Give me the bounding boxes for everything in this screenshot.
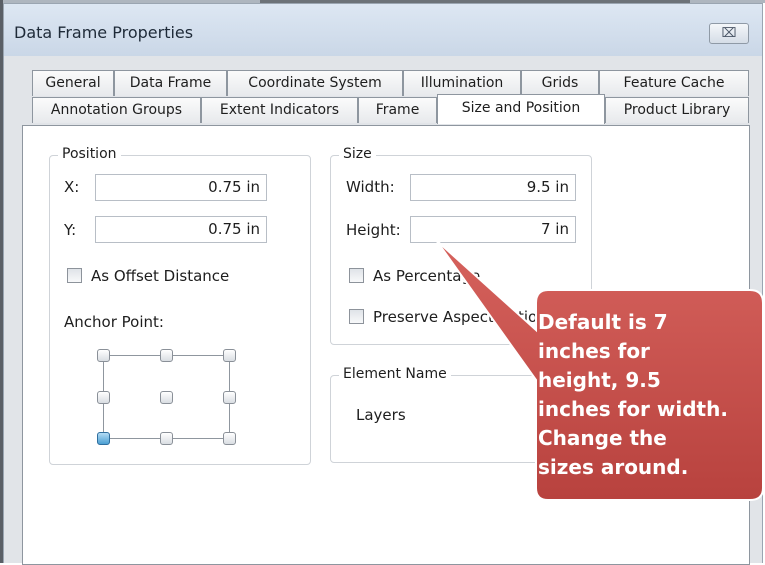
callout-line: height, 9.5 xyxy=(538,368,661,392)
callout-line: Change the xyxy=(538,426,667,450)
callout-line: inches for xyxy=(538,339,650,363)
callout-line: inches for width. xyxy=(538,397,728,421)
callout-line: sizes around. xyxy=(538,455,689,479)
callout-line: Default is 7 xyxy=(538,310,668,334)
callout-text: Default is 7 inches for height, 9.5 inch… xyxy=(538,308,758,482)
